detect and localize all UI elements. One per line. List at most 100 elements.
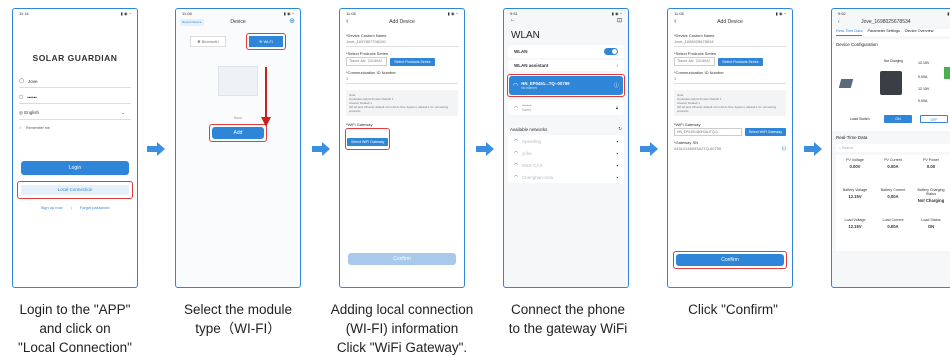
scan-icon[interactable]: ⊡ — [782, 146, 786, 153]
screen-login: 11:16 ▮ ◉ ◔ SOLAR GUARDIAN ◯ Jove ▢ •••••• … — [12, 8, 138, 288]
voltage-readout: 12.15V — [918, 61, 930, 65]
screen-add-device: 11:08 ▮ ◉ ◔ ‹ Add Device *Device Custom Na… — [339, 8, 465, 288]
gateway-network-item[interactable]: ◠ HN_EP0451...TQ--00759 No internet ⓘ — [509, 76, 623, 95]
load-switch-label: Load Switch — [850, 117, 870, 121]
current-readout: 0.00A — [918, 75, 928, 79]
check-icon: ✓ — [19, 126, 23, 130]
load-on-button[interactable]: ON — [884, 115, 912, 123]
comm-id-label: *Communication ID Number — [674, 70, 724, 75]
refresh-icon[interactable]: ↻ — [618, 126, 622, 132]
back-arrow-icon[interactable]: ‹ — [674, 17, 676, 27]
lock-icon: ▢ — [19, 94, 24, 99]
page-title: Jove_1698025678534 — [861, 19, 911, 25]
tab-overview[interactable]: Device Overview — [905, 29, 933, 36]
device-name-input[interactable]: Jove_1697807708100 — [346, 39, 458, 47]
device-name-input[interactable]: Jove_1698025678534 — [674, 39, 786, 47]
arrow-right-icon — [804, 142, 822, 156]
wifi-signal-icon: ◠ — [514, 162, 518, 167]
forgot-link[interactable]: Forgot password — [80, 205, 110, 210]
recent-device-chip[interactable]: Recent Device — [180, 19, 204, 26]
config-section: Device Configuration Not Charging 12.15V… — [832, 39, 950, 131]
back-arrow-icon[interactable]: ← — [510, 17, 516, 24]
gateway-network-highlight: ◠ HN_EP0451...TQ--00759 No internet ⓘ — [507, 74, 625, 97]
chevron-right-icon: › — [616, 63, 619, 68]
tab-realtime[interactable]: Real-Time Data — [836, 29, 863, 36]
select-wifi-gateway-button[interactable]: Select WiFi Gateway — [744, 128, 786, 136]
network-item[interactable]: ◠ Chenghan-slow ▪ — [508, 171, 624, 183]
arrow-right-icon — [640, 142, 658, 156]
back-arrow-icon[interactable]: ‹ — [346, 17, 348, 27]
caption-step-4: Connect the phone to the gateway WiFi — [508, 302, 628, 336]
series-value: Tracer-AN（10-60A） — [346, 57, 388, 66]
load-off-button[interactable]: OFF — [920, 115, 948, 123]
select-series-button[interactable]: Select Products Series — [390, 57, 435, 66]
wifi-signal-icon: ◠ — [514, 150, 518, 155]
confirm-button[interactable]: Confirm — [348, 253, 456, 265]
login-button[interactable]: Login — [21, 161, 129, 175]
tab-bluetooth[interactable]: ✱ Bluetooth — [190, 36, 226, 47]
scan-icon[interactable]: ⊡ — [617, 17, 622, 24]
series-label: *Select Products Series — [346, 51, 389, 56]
status-time: 11:08 — [346, 11, 356, 16]
device-illustration — [218, 66, 258, 96]
username-field[interactable]: ◯ Jove — [19, 75, 131, 88]
brand-logo: SOLAR GUARDIAN — [32, 53, 118, 63]
gateway-sn-input[interactable]: 04510146093AJTQ-00759 — [674, 146, 721, 153]
network-item[interactable]: ◠ yufei ▪ — [508, 147, 624, 159]
current-readout: 0.00A — [918, 99, 928, 103]
status-time: 9:52 — [838, 11, 846, 16]
caption-step-1: Login to the "APP" and click on "Local Con… — [18, 302, 132, 355]
network-item[interactable]: ◠ Speeding ▪ — [508, 135, 624, 147]
add-circle-icon[interactable]: ⊕ — [289, 17, 295, 27]
comm-id-input[interactable]: 1 — [346, 76, 458, 84]
wlan-toggle[interactable] — [604, 48, 618, 55]
arrow-down-icon — [261, 67, 271, 127]
status-icons: ▮ ◉ ◔ — [775, 11, 786, 16]
signup-link[interactable]: Sign up now — [41, 205, 63, 210]
tab-parameters[interactable]: Parameter Settings — [867, 29, 900, 36]
screen-add-device-confirm: 11:08 ▮ ◉ ◔ ‹ Add Device *Device Custom Na… — [667, 8, 793, 288]
status-time: 9:51 — [510, 11, 518, 16]
wifi-signal-icon: ◠ — [514, 104, 518, 110]
language-select[interactable]: ◎ English ⌄ — [19, 107, 131, 120]
wifi-gateway-label: *WiFi Gateway — [674, 122, 701, 127]
comm-id-input[interactable]: 1 — [674, 76, 786, 84]
remember-checkbox[interactable]: ✓ Remember me — [13, 123, 137, 133]
status-time: 11:08 — [182, 11, 192, 16]
device-name-label: *Device Custom Name — [346, 33, 387, 38]
password-field[interactable]: ▢ •••••• — [19, 91, 131, 104]
wlan-assistant-item[interactable]: WLAN assistant — [514, 63, 548, 68]
back-arrow-icon[interactable]: ‹ — [838, 19, 841, 25]
search-input[interactable]: ⌕ Search — [836, 144, 950, 152]
local-connection-button[interactable]: Local Connection — [21, 185, 129, 195]
arrow-right-icon — [147, 142, 165, 156]
page-title: WLAN — [511, 30, 540, 41]
comm-id-label: *Communication ID Number — [346, 70, 396, 75]
network-item[interactable]: ◠ MSS-CAS ▪ — [508, 159, 624, 171]
metric-cell: Battery Charging Status Not Charging — [917, 188, 945, 203]
wifi-tab-highlight: ≋ Wi-Fi — [245, 33, 286, 50]
tab-wifi[interactable]: ≋ Wi-Fi — [248, 36, 283, 47]
charging-status: Not Charging — [884, 59, 903, 63]
metrics-grid: PV Voltage 0.00V PV Current 0.00A PV Power… — [836, 155, 950, 251]
lock-icon: ▪ — [616, 174, 618, 180]
none-label: None — [233, 116, 243, 120]
user-icon: ◯ — [19, 78, 25, 83]
lock-icon: ▪ — [616, 162, 618, 168]
wifi-icon: ≋ — [258, 39, 263, 44]
lock-icon: 🔒︎ — [615, 105, 618, 110]
info-icon[interactable]: ⓘ — [614, 82, 619, 89]
add-button[interactable]: Add — [212, 127, 264, 139]
metric-cell: Load Status ON — [921, 218, 941, 229]
saved-network-item[interactable]: ◠ •••••• Saved 🔒︎ — [508, 100, 624, 115]
metric-cell: Battery Voltage 12.15V — [842, 188, 868, 199]
add-button-highlight: Add — [209, 124, 267, 142]
select-wifi-gateway-button[interactable]: Select WiFi Gateway — [347, 138, 389, 146]
series-value: Tracer-AN（10-60A） — [674, 57, 716, 66]
screen-device-realtime: 9:52▮ ◉ ‹ Jove_1698025678534 Real-Time D… — [831, 8, 950, 288]
confirm-button[interactable]: Confirm — [676, 254, 784, 266]
solar-panel-icon — [838, 79, 854, 88]
wifi-signal-icon: ◠ — [514, 174, 518, 179]
select-series-button[interactable]: Select Products Series — [718, 57, 763, 66]
wifi-signal-icon: ◠ — [513, 83, 519, 89]
